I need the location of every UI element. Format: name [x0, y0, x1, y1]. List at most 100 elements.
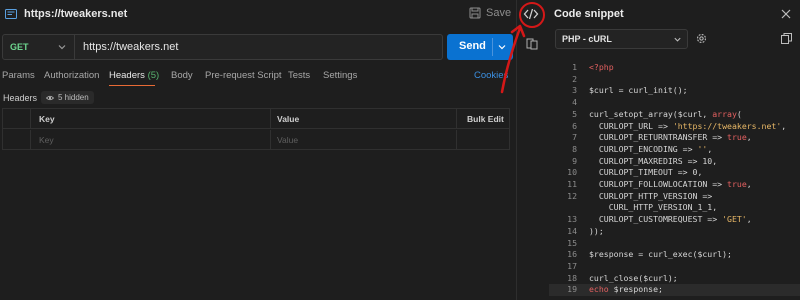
line-number: 11 [567, 179, 577, 189]
tab-params[interactable]: Params [2, 70, 35, 81]
divider [74, 35, 75, 59]
code-token: CURLOPT_CUSTOMREQUEST => [589, 214, 723, 225]
code-line: CURLOPT_FOLLOWLOCATION => true, [589, 179, 752, 189]
tab-authorization[interactable]: Authorization [44, 70, 99, 81]
url-bar: GET https://tweakers.net [2, 34, 443, 60]
method-select[interactable]: GET [10, 42, 29, 52]
checkbox-column-header [3, 109, 31, 129]
tab-tests[interactable]: Tests [288, 70, 310, 81]
key-column-header: Key [31, 109, 271, 129]
code-token: $response; [608, 284, 663, 295]
code-token: '' [697, 143, 708, 154]
line-number: 7 [572, 132, 577, 143]
code-line: CURLOPT_ENCODING => '', [589, 144, 712, 154]
code-line: curl_setopt_array($curl, array( [589, 109, 742, 119]
code-token: 'GET' [722, 214, 747, 225]
code-token: $response = curl_exec($curl); [589, 249, 732, 260]
panel-title: Code snippet [554, 8, 624, 20]
tab-body[interactable]: Body [171, 70, 193, 81]
hidden-badge-label: 5 hidden [58, 93, 89, 102]
line-number: 4 [572, 97, 577, 108]
tab-headers-count: (5) [147, 70, 160, 81]
code-token: curl_close($curl); [589, 272, 678, 283]
request-titlebar: https://tweakers.net Save [0, 0, 516, 28]
line-number: 8 [572, 143, 577, 154]
tab-headers-label: Headers [109, 70, 145, 81]
code-token: , [781, 120, 787, 131]
code-token: CURLOPT_URL => [589, 120, 673, 131]
code-line: )); [589, 226, 604, 236]
code-token: CURLOPT_TIMEOUT => 0, [589, 167, 703, 178]
code-token: , [746, 214, 752, 225]
line-number: 13 [567, 214, 577, 225]
code-line: echo $response; [589, 284, 663, 294]
url-input[interactable]: https://tweakers.net [83, 41, 178, 53]
code-line: CURLOPT_RETURNTRANSFER => true, [589, 132, 752, 142]
code-token: , [746, 132, 752, 143]
headers-label: Headers [3, 93, 38, 103]
line-number: 1 [572, 62, 577, 72]
code-token: CURLOPT_HTTP_VERSION => [589, 190, 713, 201]
hidden-headers-toggle[interactable]: 5 hidden [41, 91, 94, 104]
code-token: CURLOPT_ENCODING => [589, 143, 698, 154]
code-token: curl_setopt_array($curl, [589, 108, 713, 119]
annotation-arrow [500, 24, 526, 94]
active-tab-indicator [109, 85, 155, 86]
eye-off-icon [46, 95, 54, 100]
line-number: 17 [567, 260, 577, 271]
code-line: <?php [589, 62, 614, 72]
request-title[interactable]: https://tweakers.net [24, 8, 127, 20]
line-number: 2 [572, 73, 577, 84]
code-line: CURL_HTTP_VERSION_1_1, [589, 202, 717, 212]
chevron-down-icon[interactable] [57, 42, 67, 52]
code-token: 'https://tweakers.net' [672, 120, 782, 131]
save-icon [469, 7, 481, 19]
value-input[interactable]: Value [271, 130, 457, 150]
code-token: CURLOPT_MAXREDIRS => 10, [589, 155, 718, 166]
tab-settings[interactable]: Settings [323, 70, 357, 81]
code-snippet-panel: Code snippet PHP - cURL 1 <?php 2 3 $curl = … [549, 0, 800, 300]
line-number: 16 [567, 249, 577, 260]
value-column-header: Value [271, 109, 457, 129]
language-select[interactable]: PHP - cURL [555, 29, 688, 49]
line-number: 18 [567, 272, 577, 283]
code-line: CURLOPT_TIMEOUT => 0, [589, 167, 703, 178]
code-token: true [727, 132, 747, 143]
code-token: , [707, 143, 713, 154]
code-line: CURLOPT_CUSTOMREQUEST => 'GET', [589, 214, 752, 224]
request-icon [5, 9, 17, 19]
code-token: true [727, 179, 747, 189]
code-token: , [746, 179, 752, 189]
tab-pre-request-script[interactable]: Pre-request Script [205, 70, 282, 81]
line-number: 3 [572, 85, 577, 96]
line-number: 14 [567, 225, 577, 236]
code-token: CURLOPT_RETURNTRANSFER => [589, 132, 728, 143]
code-editor[interactable]: 1 <?php 2 3 $curl = curl_init(); 4 5 curl_setop… [549, 60, 800, 300]
tab-headers[interactable]: Headers (5) [109, 70, 159, 81]
gear-icon[interactable] [695, 32, 708, 45]
code-token: array [712, 108, 737, 119]
line-number: 10 [567, 167, 577, 178]
headers-table: Key Value Bulk Edit Key Value [2, 108, 510, 150]
headers-toolbar: Headers 5 hidden [0, 90, 516, 106]
bulk-edit-button[interactable]: Bulk Edit [457, 109, 509, 129]
code-line: CURLOPT_HTTP_VERSION => [589, 191, 712, 201]
line-number: 19 [567, 284, 577, 295]
line-number: 12 [567, 190, 577, 201]
code-line: $curl = curl_init(); [589, 85, 688, 95]
language-label: PHP - cURL [562, 34, 612, 44]
code-line: $response = curl_exec($curl); [589, 249, 732, 259]
code-token: )); [589, 225, 604, 236]
request-pane: https://tweakers.net Save GET https://tw… [0, 0, 516, 300]
code-line: CURLOPT_URL => 'https://tweakers.net', [589, 121, 786, 131]
row-checkbox-cell [3, 130, 31, 150]
close-icon[interactable] [781, 9, 791, 19]
code-token: <?php [589, 62, 614, 72]
code-token: echo [589, 284, 609, 295]
current-line-highlight [549, 284, 800, 296]
key-input[interactable]: Key [31, 130, 271, 150]
copy-icon[interactable] [781, 33, 792, 44]
code-token: $curl = curl_init(); [589, 85, 688, 96]
send-label: Send [459, 40, 486, 52]
code-line: curl_close($curl); [589, 273, 678, 283]
